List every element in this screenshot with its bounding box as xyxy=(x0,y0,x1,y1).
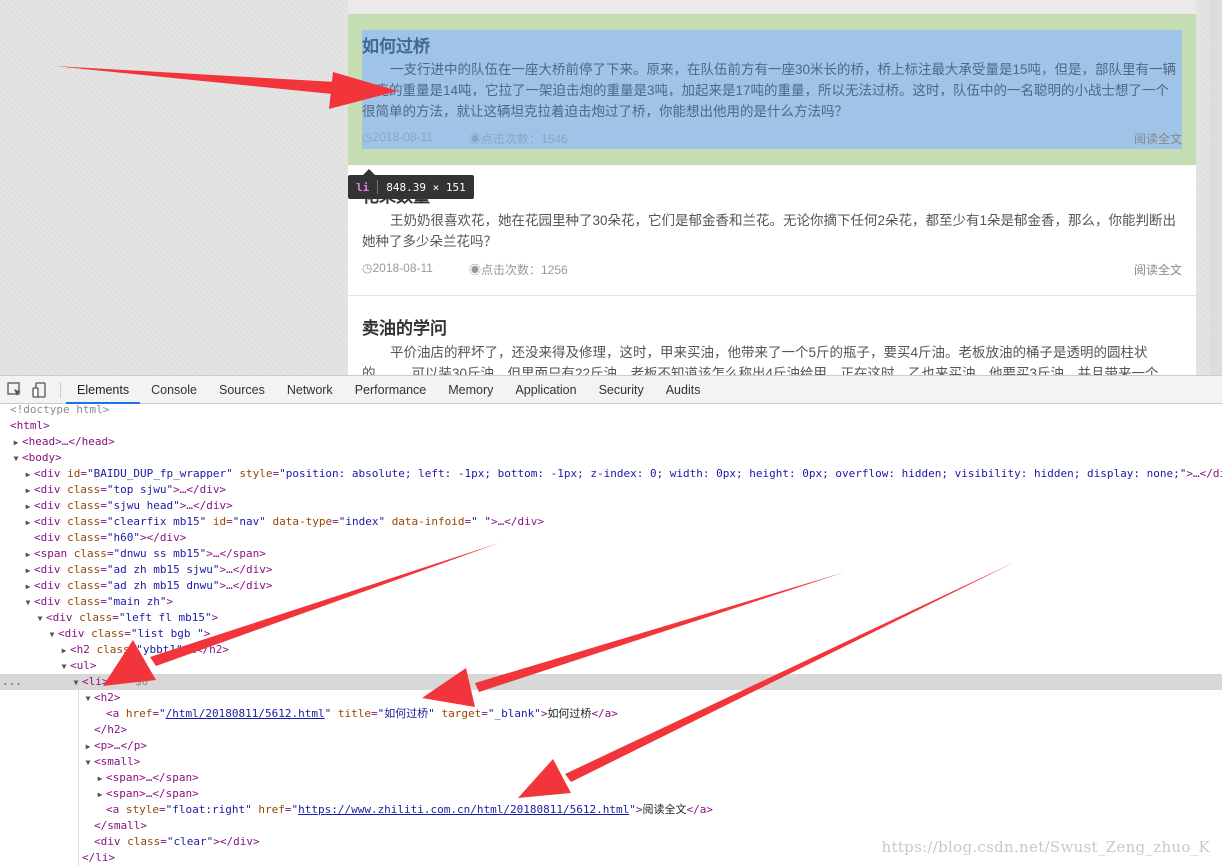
dom-node-small-close[interactable]: </small> xyxy=(0,818,1222,834)
collapse-arrow-icon[interactable]: ▼ xyxy=(82,691,94,707)
list-top-gap xyxy=(348,0,1196,14)
clock-icon: ◷ xyxy=(362,261,373,275)
tab-security[interactable]: Security xyxy=(588,376,655,404)
dom-node-body[interactable]: ▼ <body> xyxy=(0,450,1222,466)
expand-arrow-icon[interactable]: ▶ xyxy=(82,739,94,755)
dom-node-div[interactable]: ▶ <div class="ad zh mb15 sjwu">…</div> xyxy=(0,562,1222,578)
article-list: 如何过桥 一支行进中的队伍在一座大桥前停了下来。原来，在队伍前方有一座30米长的… xyxy=(348,0,1196,375)
dom-node-span[interactable]: ▶ <span>…</span> xyxy=(0,786,1222,802)
tab-performance[interactable]: Performance xyxy=(344,376,438,404)
article-body: 王奶奶很喜欢花，她在花园里种了30朵花，它们是郁金香和兰花。无论你摘下任何2朵花… xyxy=(362,213,1177,249)
page-viewport: 如何过桥 一支行进中的队伍在一座大桥前停了下来。原来，在队伍前方有一座30米长的… xyxy=(0,0,1222,375)
tab-application[interactable]: Application xyxy=(504,376,587,404)
article-title[interactable]: 如何过桥 xyxy=(362,32,430,57)
dom-node-a[interactable]: <a href="/html/20180811/5612.html" title… xyxy=(0,706,1222,722)
dom-node-div[interactable]: ▶ <div class="sjwu head">…</div> xyxy=(0,498,1222,514)
collapse-arrow-icon[interactable]: ▼ xyxy=(82,755,94,771)
devtools-panel: Elements Console Sources Network Perform… xyxy=(0,375,1222,866)
article-date: ◷2018-08-11 xyxy=(362,130,433,144)
dom-node-div[interactable]: <div class="h60"></div> xyxy=(0,530,1222,546)
expand-arrow-icon[interactable]: ▶ xyxy=(94,771,106,787)
tab-memory[interactable]: Memory xyxy=(437,376,504,404)
dom-node-span[interactable]: ▶ <span>…</span> xyxy=(0,770,1222,786)
tab-audits[interactable]: Audits xyxy=(655,376,712,404)
page-scrollbar[interactable] xyxy=(1210,0,1222,375)
eye-icon: ◉ xyxy=(469,132,482,146)
expand-arrow-icon[interactable]: ▶ xyxy=(22,563,34,579)
read-all-link[interactable]: 阅读全文 xyxy=(1134,261,1182,278)
expand-arrow-icon[interactable]: ▶ xyxy=(10,435,22,451)
watermark: https://blog.csdn.net/Swust_Zeng_zhuo_K xyxy=(881,838,1210,856)
expand-arrow-icon[interactable]: ▶ xyxy=(94,787,106,803)
inspect-tooltip: li 848.39 × 151 xyxy=(348,175,474,199)
dom-node-doctype[interactable]: <!doctype html> xyxy=(0,404,1222,418)
tab-network[interactable]: Network xyxy=(276,376,344,404)
dom-node-div[interactable]: ▶ <div class="ad zh mb15 dnwu">…</div> xyxy=(0,578,1222,594)
tooltip-size: 848.39 × 151 xyxy=(386,180,466,194)
node-menu-dots[interactable]: ... xyxy=(2,674,22,690)
devtools-tabs: Elements Console Sources Network Perform… xyxy=(66,376,711,404)
dom-node-head[interactable]: ▶ <head>…</head> xyxy=(0,434,1222,450)
dom-tree: <!doctype html> <html> ▶ <head>…</head> ▼… xyxy=(0,404,1222,866)
collapse-arrow-icon[interactable]: ▼ xyxy=(22,595,34,611)
collapse-arrow-icon[interactable]: ▼ xyxy=(58,659,70,675)
article-item[interactable]: 花朵数量 王奶奶很喜欢花，她在花园里种了30朵花，它们是郁金香和兰花。无论你摘下… xyxy=(348,165,1196,296)
tab-console[interactable]: Console xyxy=(140,376,208,404)
dom-node-div[interactable]: ▶ <div class="clearfix mb15" id="nav" dat… xyxy=(0,514,1222,530)
expand-arrow-icon[interactable]: ▶ xyxy=(22,483,34,499)
dom-node-span[interactable]: ▶ <span class="dnwu ss mb15">…</span> xyxy=(0,546,1222,562)
dom-node-div[interactable]: ▶ <div id="BAIDU_DUP_fp_wrapper" style="p… xyxy=(0,466,1222,482)
expand-arrow-icon[interactable]: ▶ xyxy=(22,467,34,483)
expand-arrow-icon[interactable]: ▶ xyxy=(22,547,34,563)
tab-elements[interactable]: Elements xyxy=(66,376,141,404)
dom-node-div[interactable]: ▼ <div class="main zh"> xyxy=(0,594,1222,610)
article-body: 平价油店的秤坏了，还没来得及修理，这时，甲来买油，他带来了一个5斤的瓶子，要买4… xyxy=(362,345,1159,375)
collapse-arrow-icon[interactable]: ▼ xyxy=(10,451,22,467)
toolbar-divider xyxy=(60,382,61,398)
dom-node-ul[interactable]: ▼ <ul> xyxy=(0,658,1222,674)
dom-node-h2[interactable]: ▶ <h2 class="ybbt1">…</h2> xyxy=(0,642,1222,658)
dom-node-h2-close[interactable]: </h2> xyxy=(0,722,1222,738)
href-link[interactable]: https://www.zhiliti.com.cn/html/20180811… xyxy=(298,803,629,816)
article-title[interactable]: 卖油的学问 xyxy=(362,314,447,339)
dom-node-div[interactable]: ▶ <div class="top sjwu">…</div> xyxy=(0,482,1222,498)
article-body: 一支行进中的队伍在一座大桥前停了下来。原来，在队伍前方有一座30米长的桥，桥上标… xyxy=(362,62,1177,119)
dom-node-h2[interactable]: ▼ <h2> xyxy=(0,690,1222,706)
article-item[interactable]: 卖油的学问 平价油店的秤坏了，还没来得及修理，这时，甲来买油，他带来了一个5斤的… xyxy=(348,296,1196,375)
expand-arrow-icon[interactable]: ▶ xyxy=(58,643,70,659)
inspect-element-icon[interactable] xyxy=(6,381,24,399)
dom-node-div[interactable]: ▼ <div class="left fl mb15"> xyxy=(0,610,1222,626)
dom-node-div[interactable]: ▼ <div class="list bgb "> xyxy=(0,626,1222,642)
read-all-link[interactable]: 阅读全文 xyxy=(1134,130,1182,147)
article-views: ◉点击次数：1546 xyxy=(469,132,568,146)
tooltip-tag: li xyxy=(356,180,370,194)
dom-node-small[interactable]: ▼ <small> xyxy=(0,754,1222,770)
href-link[interactable]: /html/20180811/5612.html xyxy=(166,707,325,720)
collapse-arrow-icon[interactable]: ▼ xyxy=(70,675,82,691)
eye-icon: ◉ xyxy=(469,263,482,277)
expand-arrow-icon[interactable]: ▶ xyxy=(22,515,34,531)
tooltip-divider xyxy=(377,180,379,194)
collapse-arrow-icon[interactable]: ▼ xyxy=(46,627,58,643)
expand-arrow-icon[interactable]: ▶ xyxy=(22,579,34,595)
devtools-toolbar: Elements Console Sources Network Perform… xyxy=(0,376,1222,404)
expand-arrow-icon[interactable]: ▶ xyxy=(22,499,34,515)
dom-node-li-selected[interactable]: ... ▼ <li> == $0 xyxy=(0,674,1222,690)
article-views: ◉点击次数：1256 xyxy=(469,263,568,277)
article-date: ◷2018-08-11 xyxy=(362,261,433,275)
dom-node-a[interactable]: <a style="float:right" href="https://www… xyxy=(0,802,1222,818)
dom-node-p[interactable]: ▶ <p>…</p> xyxy=(0,738,1222,754)
clock-icon: ◷ xyxy=(362,130,373,144)
device-toolbar-icon[interactable] xyxy=(31,381,49,399)
tab-sources[interactable]: Sources xyxy=(208,376,276,404)
article-item-highlighted[interactable]: 如何过桥 一支行进中的队伍在一座大桥前停了下来。原来，在队伍前方有一座30米长的… xyxy=(348,14,1196,165)
dom-node-html[interactable]: <html> xyxy=(0,418,1222,434)
collapse-arrow-icon[interactable]: ▼ xyxy=(34,611,46,627)
